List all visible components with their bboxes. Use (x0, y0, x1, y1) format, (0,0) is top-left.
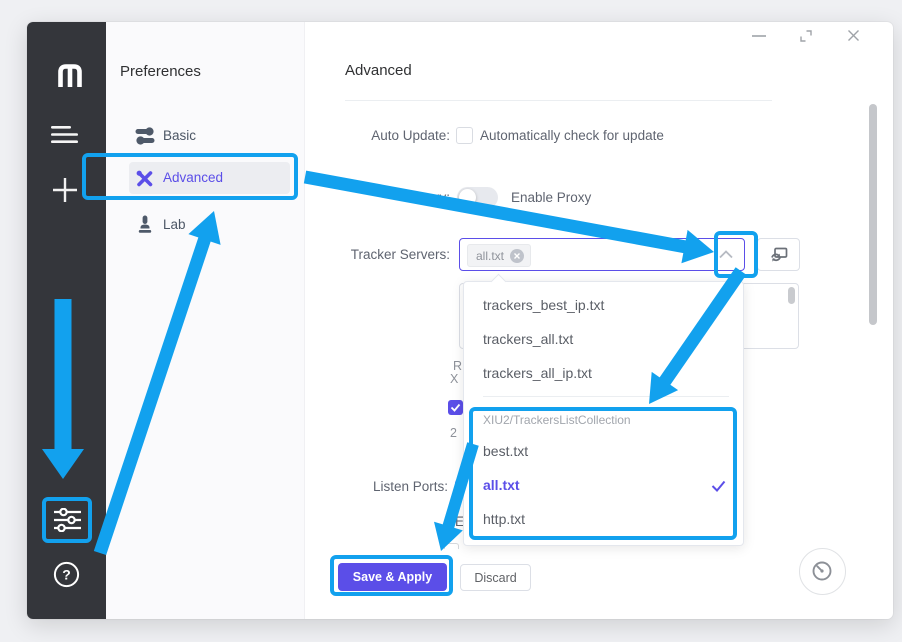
auto-update-label: Auto Update: (320, 128, 450, 143)
task-list-icon[interactable] (51, 126, 79, 144)
auto-update-checkbox[interactable] (456, 127, 473, 144)
tracker-servers-label: Tracker Servers: (320, 247, 450, 262)
clipped-text-fragment: R (453, 359, 462, 373)
dropdown-item[interactable]: trackers_all.txt (483, 322, 573, 356)
preferences-panel (106, 22, 305, 619)
sidebar-item-label: Basic (163, 128, 196, 143)
checked-checkbox-fragment (448, 400, 463, 415)
help-icon[interactable]: ? (53, 561, 80, 588)
clipped-input-fragment (444, 543, 459, 549)
preferences-title: Preferences (120, 63, 201, 80)
sync-icon (770, 247, 788, 264)
toggle-knob (459, 189, 476, 206)
sidebar-item-lab[interactable]: Lab (126, 209, 294, 241)
window-scrollbar[interactable] (869, 104, 877, 325)
minimize-icon[interactable] (750, 26, 768, 44)
add-task-icon[interactable] (50, 175, 80, 205)
screen: ? Preferences Basic Advanced (0, 0, 902, 642)
annotation-box-preferences-icon (42, 497, 92, 543)
annotation-box-chevron (714, 231, 758, 278)
discard-button[interactable]: Discard (460, 564, 531, 591)
lab-stamp-icon (136, 215, 154, 234)
tracker-servers-select[interactable]: all.txt (459, 238, 745, 271)
selected-tag[interactable]: all.txt (467, 244, 531, 267)
speed-limit-button[interactable] (799, 548, 846, 595)
annotation-box-advanced (82, 153, 298, 200)
motrix-logo (56, 62, 84, 87)
sidebar-item-basic[interactable]: Basic (126, 120, 294, 152)
proxy-toggle[interactable] (457, 187, 498, 208)
selected-tag-label: all.txt (476, 249, 504, 263)
clipped-text-fragment: X (450, 372, 458, 386)
auto-update-checkbox-label: Automatically check for update (480, 128, 664, 143)
annotation-box-save (330, 555, 453, 596)
close-icon[interactable] (846, 28, 861, 43)
dropdown-item[interactable]: trackers_best_ip.txt (483, 288, 604, 322)
tag-close-icon[interactable] (510, 249, 524, 263)
proxy-label: Proxy: (320, 190, 450, 205)
sidebar-item-label: Lab (163, 217, 186, 232)
listen-ports-label: Listen Ports: (318, 479, 448, 494)
basic-toggles-icon (135, 127, 155, 145)
title-divider (345, 100, 772, 101)
clipped-text-fragment: 2 (450, 426, 457, 440)
dropdown-item[interactable]: trackers_all_ip.txt (483, 356, 592, 390)
dropdown-group-divider (483, 396, 729, 397)
textarea-scrollbar[interactable] (788, 287, 795, 304)
proxy-toggle-label: Enable Proxy (511, 190, 591, 205)
page-title: Advanced (345, 62, 412, 79)
annotation-box-tracker-group (469, 407, 737, 540)
sync-trackers-button[interactable] (757, 238, 800, 271)
gauge-icon (810, 559, 834, 583)
maximize-icon[interactable] (799, 29, 813, 43)
svg-text:?: ? (62, 567, 71, 583)
